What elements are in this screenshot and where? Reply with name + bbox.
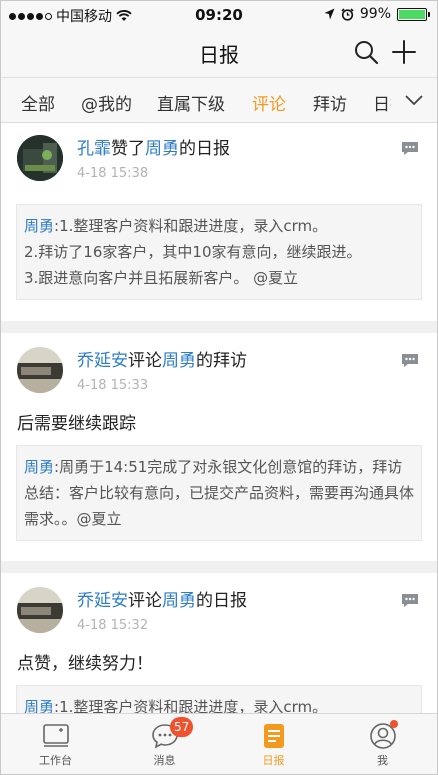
tab-label: 工作台 — [39, 754, 72, 767]
filter-tabs: 全部 @我的 直属下级 评论 拜访 日抖 — [1, 77, 437, 123]
activity-title: 乔延安评论周勇的拜访 — [77, 351, 247, 371]
tab-me[interactable]: 我 — [328, 714, 437, 774]
activity-title: 乔延安评论周勇的日报 — [77, 591, 247, 611]
target-link[interactable]: 周勇 — [145, 139, 179, 159]
tab-messages[interactable]: 57 消息 — [110, 714, 219, 774]
target-link[interactable]: 周勇 — [162, 591, 196, 611]
tab-workbench[interactable]: 工作台 — [1, 714, 110, 774]
bottom-tab-bar: 工作台 57 消息 日报 我 — [1, 713, 437, 774]
status-bar: 中国移动 09:20 99% — [1, 1, 437, 29]
timestamp: 4-18 15:32 — [77, 618, 149, 633]
tab-subordinates[interactable]: 直属下级 — [157, 90, 225, 115]
notification-dot — [390, 720, 398, 728]
comment-icon[interactable] — [401, 353, 419, 368]
avatar[interactable] — [17, 347, 63, 393]
tab-comments[interactable]: 评论 — [252, 90, 286, 115]
list-item[interactable]: 乔延安评论周勇的拜访 4-18 15:33 后需要继续跟踪 周勇:周勇于14:5… — [1, 333, 437, 561]
location-icon — [324, 8, 335, 20]
actor-link[interactable]: 孔霏 — [77, 139, 111, 159]
workbench-icon — [42, 724, 69, 747]
search-icon[interactable] — [353, 39, 379, 65]
tab-label: 日报 — [262, 754, 285, 767]
battery-percent: 99% — [359, 6, 391, 22]
list-item[interactable]: 乔延安评论周勇的日报 4-18 15:32 点赞，继续努力！ 周勇:1.整理客户… — [1, 573, 437, 729]
tab-visits[interactable]: 拜访 — [313, 90, 347, 115]
avatar[interactable] — [17, 587, 63, 633]
timestamp: 4-18 15:38 — [77, 166, 149, 181]
tab-all[interactable]: 全部 — [21, 90, 55, 115]
report-icon — [263, 724, 284, 748]
actor-link[interactable]: 乔延安 — [77, 591, 128, 611]
nav-bar: 日报 — [1, 29, 437, 77]
comment-text: 后需要继续跟踪 — [17, 414, 136, 434]
tab-report[interactable]: 日报 — [219, 714, 328, 774]
battery-icon — [397, 7, 430, 21]
list-item[interactable]: 孔霏赞了周勇的日报 4-18 15:38 周勇:1.整理客户资料和跟进进度，录入… — [1, 123, 437, 321]
comment-text: 点赞，继续努力！ — [17, 654, 153, 674]
quote-author-link[interactable]: 周勇 — [24, 217, 54, 235]
avatar[interactable] — [17, 135, 63, 181]
activity-title: 孔霏赞了周勇的日报 — [77, 139, 230, 159]
comment-icon[interactable] — [401, 141, 419, 156]
plus-icon[interactable] — [391, 39, 417, 65]
quoted-visit[interactable]: 周勇:周勇于14:51完成了对永银文化创意馆的拜访，拜访总结：客户比较有意向，已… — [16, 445, 422, 541]
quote-author-link[interactable]: 周勇 — [24, 458, 54, 476]
alarm-icon — [341, 7, 354, 21]
chevron-down-icon — [405, 95, 423, 105]
timestamp: 4-18 15:33 — [77, 378, 149, 393]
tabs-expand-button[interactable] — [391, 78, 437, 122]
quoted-report[interactable]: 周勇:1.整理客户资料和跟进进度，录入crm。 2.拜访了16家客户，其中10家… — [16, 204, 422, 300]
tab-label: 我 — [377, 754, 388, 767]
tab-label: 消息 — [153, 754, 176, 767]
app-screen: 中国移动 09:20 99% 日报 全部 @我的 直属下级 评论 拜访 日抖 孔… — [0, 0, 438, 775]
comment-icon[interactable] — [401, 593, 419, 608]
unread-badge: 57 — [170, 717, 194, 737]
tab-mentions[interactable]: @我的 — [81, 90, 132, 115]
target-link[interactable]: 周勇 — [162, 351, 196, 371]
actor-link[interactable]: 乔延安 — [77, 351, 128, 371]
